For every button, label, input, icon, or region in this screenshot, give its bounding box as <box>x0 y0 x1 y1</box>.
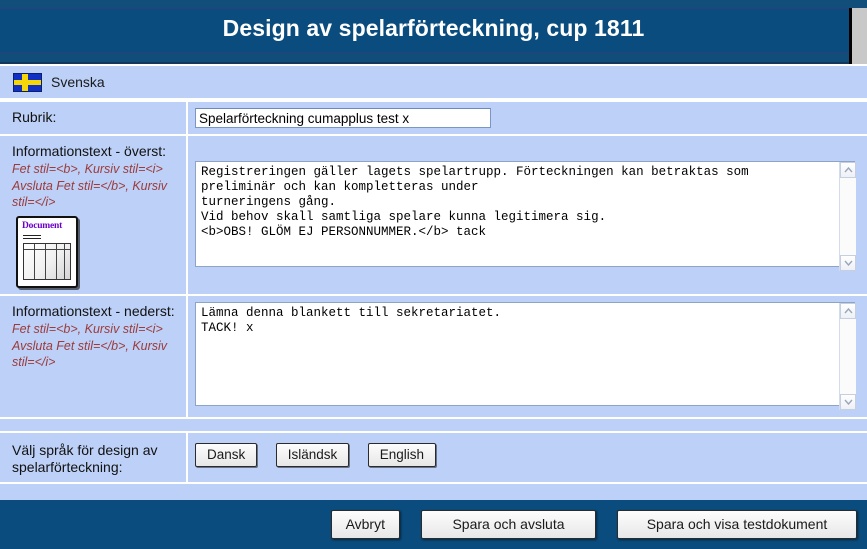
form-sheet: Rubrik: Informationstext - överst: Fet s… <box>0 102 867 500</box>
info-top-scrollbar[interactable] <box>839 162 856 271</box>
info-top-spacer <box>195 142 857 161</box>
document-icon-table <box>23 243 71 280</box>
cancel-button[interactable]: Avbryt <box>330 510 400 539</box>
info-top-label: Informationstext - överst: <box>12 143 167 159</box>
info-bottom-label: Informationstext - nederst: <box>12 303 175 319</box>
scroll-up-icon[interactable] <box>840 303 856 319</box>
info-top-hint-2: Avsluta Fet stil=</b>, Kursiv stil=</i> <box>12 179 168 209</box>
document-icon-column <box>34 244 35 279</box>
rubrik-field-cell <box>188 102 867 134</box>
save-and-exit-button[interactable]: Spara och avsluta <box>421 510 596 539</box>
info-bottom-scrollbar[interactable] <box>839 303 856 410</box>
scroll-up-icon[interactable] <box>840 162 856 178</box>
info-bottom-hint-2: Avsluta Fet stil=</b>, Kursiv stil=</i> <box>12 339 168 369</box>
document-icon-column <box>56 244 57 279</box>
info-bottom-textarea-wrap: Lämna denna blankett till sekretariatet.… <box>195 302 857 411</box>
document-icon-caption: Document <box>22 221 63 231</box>
swedish-flag-icon <box>13 72 42 92</box>
flag-cross-horizontal <box>14 79 41 85</box>
language-choice-label-cell: Välj språk för design av spelarförteckni… <box>0 433 188 482</box>
title-bar: Design av spelarförteckning, cup 1811 <box>0 0 867 64</box>
info-bottom-label-cell: Informationstext - nederst: Fet stil=<b>… <box>0 296 188 417</box>
save-and-show-testdocument-button[interactable]: Spara och visa testdokument <box>617 510 857 539</box>
document-icon[interactable]: Document <box>16 216 78 288</box>
document-icon-column <box>64 244 65 279</box>
current-language-label: Svenska <box>51 74 105 90</box>
info-bottom-field-cell: Lämna denna blankett till sekretariatet.… <box>188 296 867 417</box>
row-rubrik: Rubrik: <box>0 102 867 136</box>
info-top-textarea-wrap: Registreringen gäller lagets spelartrupp… <box>195 161 857 272</box>
info-bottom-hint-1: Fet stil=<b>, Kursiv stil=<i> <box>12 322 163 336</box>
scroll-down-icon[interactable] <box>840 394 856 410</box>
rubrik-label-cell: Rubrik: <box>0 102 188 134</box>
rubrik-label: Rubrik: <box>12 109 57 125</box>
title-bar-bottom-strip <box>0 52 867 62</box>
document-icon-rule <box>23 238 41 239</box>
row-info-top: Informationstext - överst: Fet stil=<b>,… <box>0 136 867 296</box>
title-bar-top-strip <box>0 0 867 9</box>
language-button-english[interactable]: English <box>367 443 436 467</box>
row-language-choice: Välj språk för design av spelarförteckni… <box>0 433 867 484</box>
language-choice-field-cell: Dansk Isländsk English <box>188 433 867 482</box>
row-spacer <box>0 419 867 433</box>
language-bar: Svenska <box>0 66 867 100</box>
footer-bar: Avbryt Spara och avsluta Spara och visa … <box>0 500 867 549</box>
info-top-hint-1: Fet stil=<b>, Kursiv stil=<i> <box>12 162 163 176</box>
page-root: Design av spelarförteckning, cup 1811 Sv… <box>0 0 867 549</box>
info-top-textarea[interactable]: Registreringen gäller lagets spelartrupp… <box>195 161 855 267</box>
page-title: Design av spelarförteckning, cup 1811 <box>222 15 645 41</box>
info-top-label-cell: Informationstext - överst: Fet stil=<b>,… <box>0 136 188 294</box>
info-top-field-cell: Registreringen gäller lagets spelartrupp… <box>188 136 867 294</box>
title-bar-right-gutter <box>849 8 867 64</box>
document-icon-column <box>45 244 46 279</box>
document-icon-rule <box>23 235 41 236</box>
language-button-islandsk[interactable]: Isländsk <box>275 443 350 467</box>
scroll-down-icon[interactable] <box>840 255 856 271</box>
row-info-bottom: Informationstext - nederst: Fet stil=<b>… <box>0 296 867 419</box>
language-button-dansk[interactable]: Dansk <box>195 443 258 467</box>
language-choice-label: Välj språk för design av spelarförteckni… <box>12 442 158 475</box>
info-bottom-textarea[interactable]: Lämna denna blankett till sekretariatet.… <box>195 302 855 406</box>
rubrik-input[interactable] <box>195 108 491 128</box>
